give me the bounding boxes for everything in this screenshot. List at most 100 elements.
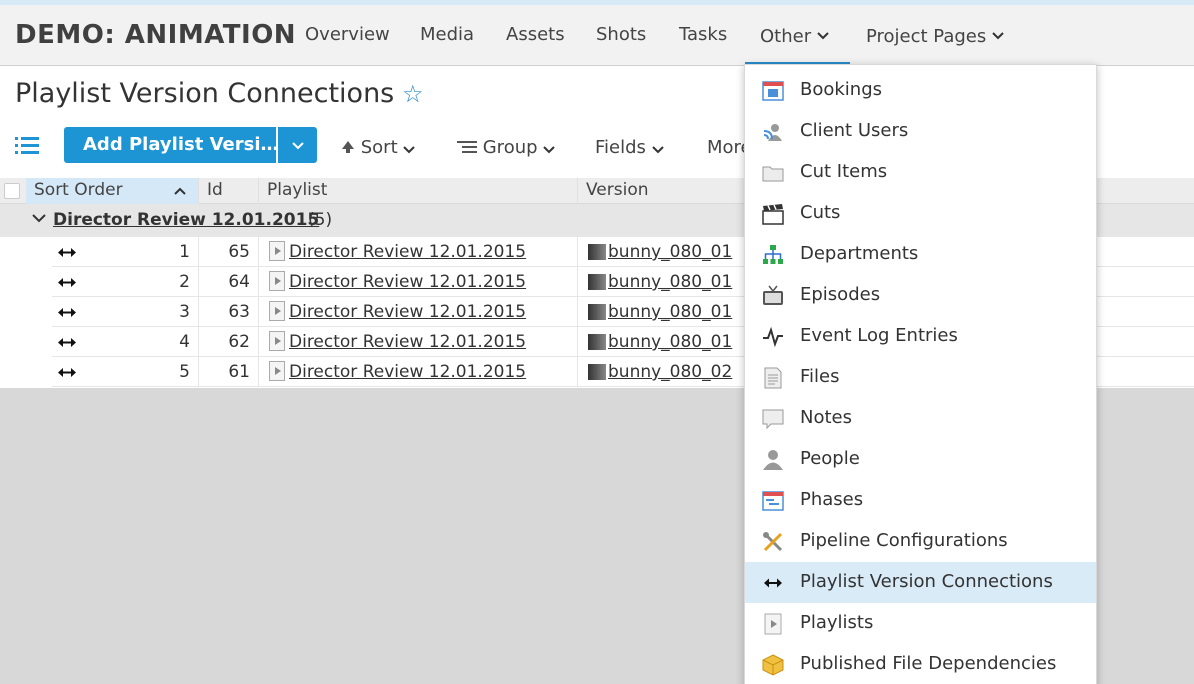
menu-item-published-file-dependencies[interactable]: Published File Dependencies	[745, 644, 1096, 684]
list-view-icon[interactable]	[15, 136, 39, 158]
menu-item-event-log-entries[interactable]: Event Log Entries	[745, 316, 1096, 357]
id-cell: 63	[199, 297, 259, 327]
org-chart-icon	[763, 245, 783, 264]
sort-order-value: 1	[179, 242, 190, 262]
add-playlist-version-button[interactable]: Add Playlist Versi…	[64, 127, 276, 163]
playlist-icon	[269, 271, 285, 291]
tv-icon	[763, 285, 783, 305]
top-nav: DEMO: ANIMATION Overview Media Assets Sh…	[0, 5, 1194, 66]
id-cell: 64	[199, 267, 259, 297]
nav-other[interactable]: Other	[760, 24, 829, 47]
menu-item-label: Client Users	[800, 120, 909, 141]
group-count: (5)	[308, 210, 333, 230]
menu-item-departments[interactable]: Departments	[745, 234, 1096, 275]
menu-item-label: People	[800, 448, 860, 469]
sort-icon	[342, 141, 354, 153]
clapboard-icon	[762, 204, 784, 225]
id-cell: 61	[199, 357, 259, 387]
version-link[interactable]: bunny_080_01	[608, 332, 732, 352]
menu-item-playlists[interactable]: Playlists	[745, 603, 1096, 644]
group-icon	[457, 141, 477, 153]
version-thumbnail	[588, 304, 606, 320]
playlist-link[interactable]: Director Review 12.01.2015	[289, 242, 526, 262]
menu-item-files[interactable]: Files	[745, 357, 1096, 398]
menu-item-label: Phases	[800, 489, 864, 510]
sort-order-value: 4	[179, 332, 190, 352]
menu-item-episodes[interactable]: Episodes	[745, 275, 1096, 316]
column-sort-order[interactable]: Sort Order	[26, 178, 199, 204]
menu-item-label: Files	[800, 366, 840, 387]
playlist-cell: Director Review 12.01.2015	[259, 267, 578, 297]
nav-overview[interactable]: Overview	[305, 24, 390, 45]
menu-item-label: Notes	[800, 407, 852, 428]
version-thumbnail	[588, 334, 606, 350]
playlist-link[interactable]: Director Review 12.01.2015	[289, 272, 526, 292]
playlist-cell: Director Review 12.01.2015	[259, 357, 578, 387]
menu-item-cut-items[interactable]: Cut Items	[745, 152, 1096, 193]
playlist-cell: Director Review 12.01.2015	[259, 237, 578, 267]
menu-item-people[interactable]: People	[745, 439, 1096, 480]
id-cell: 62	[199, 327, 259, 357]
menu-item-playlist-version-connections[interactable]: Playlist Version Connections	[745, 562, 1096, 603]
playlist-link[interactable]: Director Review 12.01.2015	[289, 362, 526, 382]
menu-item-label: Published File Dependencies	[800, 653, 1057, 674]
version-link[interactable]: bunny_080_01	[608, 302, 732, 322]
menu-item-label: Pipeline Configurations	[800, 530, 1008, 551]
favorite-star-icon[interactable]: ☆	[402, 80, 424, 108]
menu-item-cuts[interactable]: Cuts	[745, 193, 1096, 234]
note-icon	[762, 409, 784, 430]
connection-icon	[764, 578, 782, 588]
nav-assets[interactable]: Assets	[506, 24, 565, 45]
column-version[interactable]: Version	[578, 178, 758, 204]
nav-project-pages-label: Project Pages	[866, 26, 987, 47]
connection-icon	[58, 338, 76, 347]
menu-item-bookings[interactable]: Bookings	[745, 70, 1096, 111]
package-icon	[762, 654, 784, 676]
sort-order-cell: 1	[52, 237, 199, 267]
group-label[interactable]: Director Review 12.01.2015	[53, 210, 319, 230]
column-id[interactable]: Id	[199, 178, 259, 204]
file-icon	[764, 367, 782, 389]
menu-item-label: Episodes	[800, 284, 881, 305]
playlist-icon	[269, 301, 285, 321]
chevron-down-icon	[651, 146, 664, 154]
version-thumbnail	[588, 274, 606, 290]
sort-order-cell: 4	[52, 327, 199, 357]
project-title[interactable]: DEMO: ANIMATION	[15, 20, 296, 50]
version-link[interactable]: bunny_080_01	[608, 242, 732, 262]
id-cell: 65	[199, 237, 259, 267]
playlist-cell: Director Review 12.01.2015	[259, 297, 578, 327]
version-link[interactable]: bunny_080_02	[608, 362, 732, 382]
nav-media[interactable]: Media	[420, 24, 474, 45]
add-dropdown-button[interactable]	[278, 127, 317, 163]
nav-tasks[interactable]: Tasks	[679, 24, 727, 45]
nav-shots[interactable]: Shots	[596, 24, 646, 45]
chevron-down-icon	[403, 146, 416, 154]
group-button[interactable]: Group	[457, 137, 555, 158]
fields-button[interactable]: Fields	[595, 137, 664, 158]
chevron-down-icon	[291, 142, 304, 150]
sort-button[interactable]: Sort	[341, 137, 416, 158]
menu-item-notes[interactable]: Notes	[745, 398, 1096, 439]
playlist-link[interactable]: Director Review 12.01.2015	[289, 302, 526, 322]
sort-ascending-icon	[174, 187, 186, 195]
nav-project-pages[interactable]: Project Pages	[866, 24, 1004, 47]
version-link[interactable]: bunny_080_01	[608, 272, 732, 292]
column-playlist[interactable]: Playlist	[259, 178, 578, 204]
menu-item-phases[interactable]: Phases	[745, 480, 1096, 521]
playlist-cell: Director Review 12.01.2015	[259, 327, 578, 357]
menu-item-label: Playlists	[800, 612, 874, 633]
menu-item-label: Event Log Entries	[800, 325, 958, 346]
column-label: Sort Order	[34, 180, 123, 200]
connection-icon	[58, 308, 76, 317]
chevron-down-icon	[543, 146, 555, 154]
menu-item-label: Bookings	[800, 79, 883, 100]
select-all-checkbox[interactable]	[4, 183, 20, 199]
playlist-link[interactable]: Director Review 12.01.2015	[289, 332, 526, 352]
sort-order-cell: 2	[52, 267, 199, 297]
menu-item-pipeline-configurations[interactable]: Pipeline Configurations	[745, 521, 1096, 562]
calendar-icon	[762, 81, 784, 101]
version-thumbnail	[588, 244, 606, 260]
menu-item-client-users[interactable]: Client Users	[745, 111, 1096, 152]
menu-item-label: Departments	[800, 243, 919, 264]
